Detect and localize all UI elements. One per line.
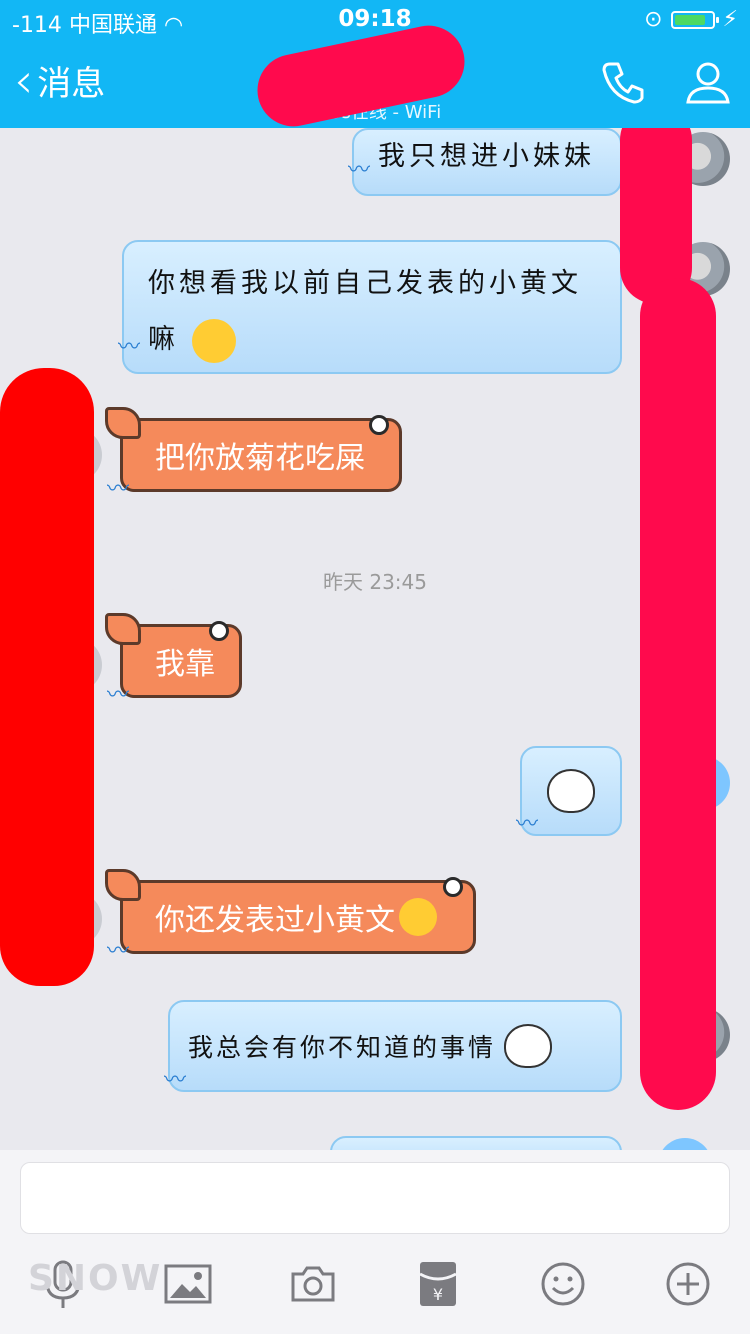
redaction-mark [640, 278, 716, 1110]
image-icon [164, 1264, 211, 1304]
camera-icon [291, 1266, 334, 1302]
back-button[interactable]: ‹ 消息 [14, 56, 105, 105]
camera-button[interactable] [283, 1254, 343, 1314]
message-bubble[interactable] [330, 1136, 622, 1150]
fish-eye-decoration [209, 621, 229, 641]
profile-icon[interactable] [684, 58, 732, 106]
fish-eye-decoration [369, 415, 389, 435]
charging-icon: ⚡ [722, 7, 738, 32]
status-right: ⊙ ⚡ [644, 7, 738, 32]
message-text: 把你放菊花吃屎 [155, 441, 365, 476]
wave-decoration: 〰 [107, 939, 130, 964]
message-list[interactable]: 我只想进小妹妹 〰 你想看我以前自己发表的小黄文 嘛 〰 把你放菊花吃屎 〰 昨… [0, 128, 750, 1150]
fish-tail-decoration [105, 407, 141, 439]
redaction-mark [0, 368, 94, 986]
input-bar: ¥ SNOW [0, 1150, 750, 1334]
more-button[interactable] [658, 1254, 718, 1314]
wave-decoration: 〰 [348, 158, 375, 183]
sleepy-face-icon [191, 318, 236, 363]
battery-icon [670, 10, 719, 29]
phone-icon[interactable] [600, 58, 648, 106]
wave-decoration: 〰 [107, 477, 130, 502]
red-packet-button[interactable]: ¥ [408, 1254, 468, 1314]
message-bubble[interactable]: 你还发表过小黄文 〰 [105, 869, 476, 964]
image-button[interactable] [158, 1254, 218, 1314]
emoji-button[interactable] [533, 1254, 593, 1314]
status-bar: -114 中国联通 ◠ 09:18 ⊙ ⚡ [0, 0, 750, 40]
svg-text:¥: ¥ [432, 1285, 442, 1304]
laughing-tears-icon [399, 898, 437, 936]
avatar[interactable] [658, 1138, 712, 1150]
clock: 09:18 [338, 6, 412, 32]
wave-decoration: 〰 [164, 1068, 190, 1093]
message-text: 我靠 [155, 647, 215, 682]
watermark: SNOW [28, 1258, 163, 1299]
bear-sticker-icon [547, 769, 595, 813]
rotation-lock-icon: ⊙ [644, 7, 663, 32]
message-text: 你想看我以前自己发表的小黄文 [148, 268, 582, 299]
message-text: 我只想进小妹妹 [378, 141, 595, 172]
message-bubble[interactable]: 你想看我以前自己发表的小黄文 嘛 〰 [118, 240, 622, 374]
chevron-left-icon: ‹ [14, 52, 34, 109]
plus-icon [666, 1262, 709, 1306]
message-text: 我总会有你不知道的事情 [188, 1033, 497, 1062]
timestamp: 昨天 23:45 [323, 570, 427, 594]
message-bubble[interactable]: 我总会有你不知道的事情 〰 [164, 1000, 622, 1093]
wave-decoration: 〰 [118, 335, 145, 360]
bear-sticker-icon [504, 1024, 553, 1068]
message-input[interactable] [20, 1162, 730, 1234]
emoji-icon [541, 1262, 584, 1306]
message-text-line2: 嘛 [148, 324, 179, 355]
fish-eye-decoration [443, 877, 463, 897]
message-text: 你还发表过小黄文 [155, 903, 395, 938]
message-bubble[interactable]: 把你放菊花吃屎 〰 [105, 407, 402, 502]
red-packet-icon: ¥ [418, 1262, 457, 1306]
wave-decoration: 〰 [107, 683, 130, 708]
message-bubble[interactable]: 我只想进小妹妹 〰 [348, 128, 622, 196]
message-bubble[interactable]: 我靠 〰 [105, 613, 242, 708]
wave-decoration: 〰 [516, 812, 543, 837]
sticker-bubble[interactable]: 〰 [516, 746, 622, 837]
fish-tail-decoration [105, 613, 141, 645]
back-label: 消息 [37, 64, 106, 104]
fish-tail-decoration [105, 869, 141, 901]
